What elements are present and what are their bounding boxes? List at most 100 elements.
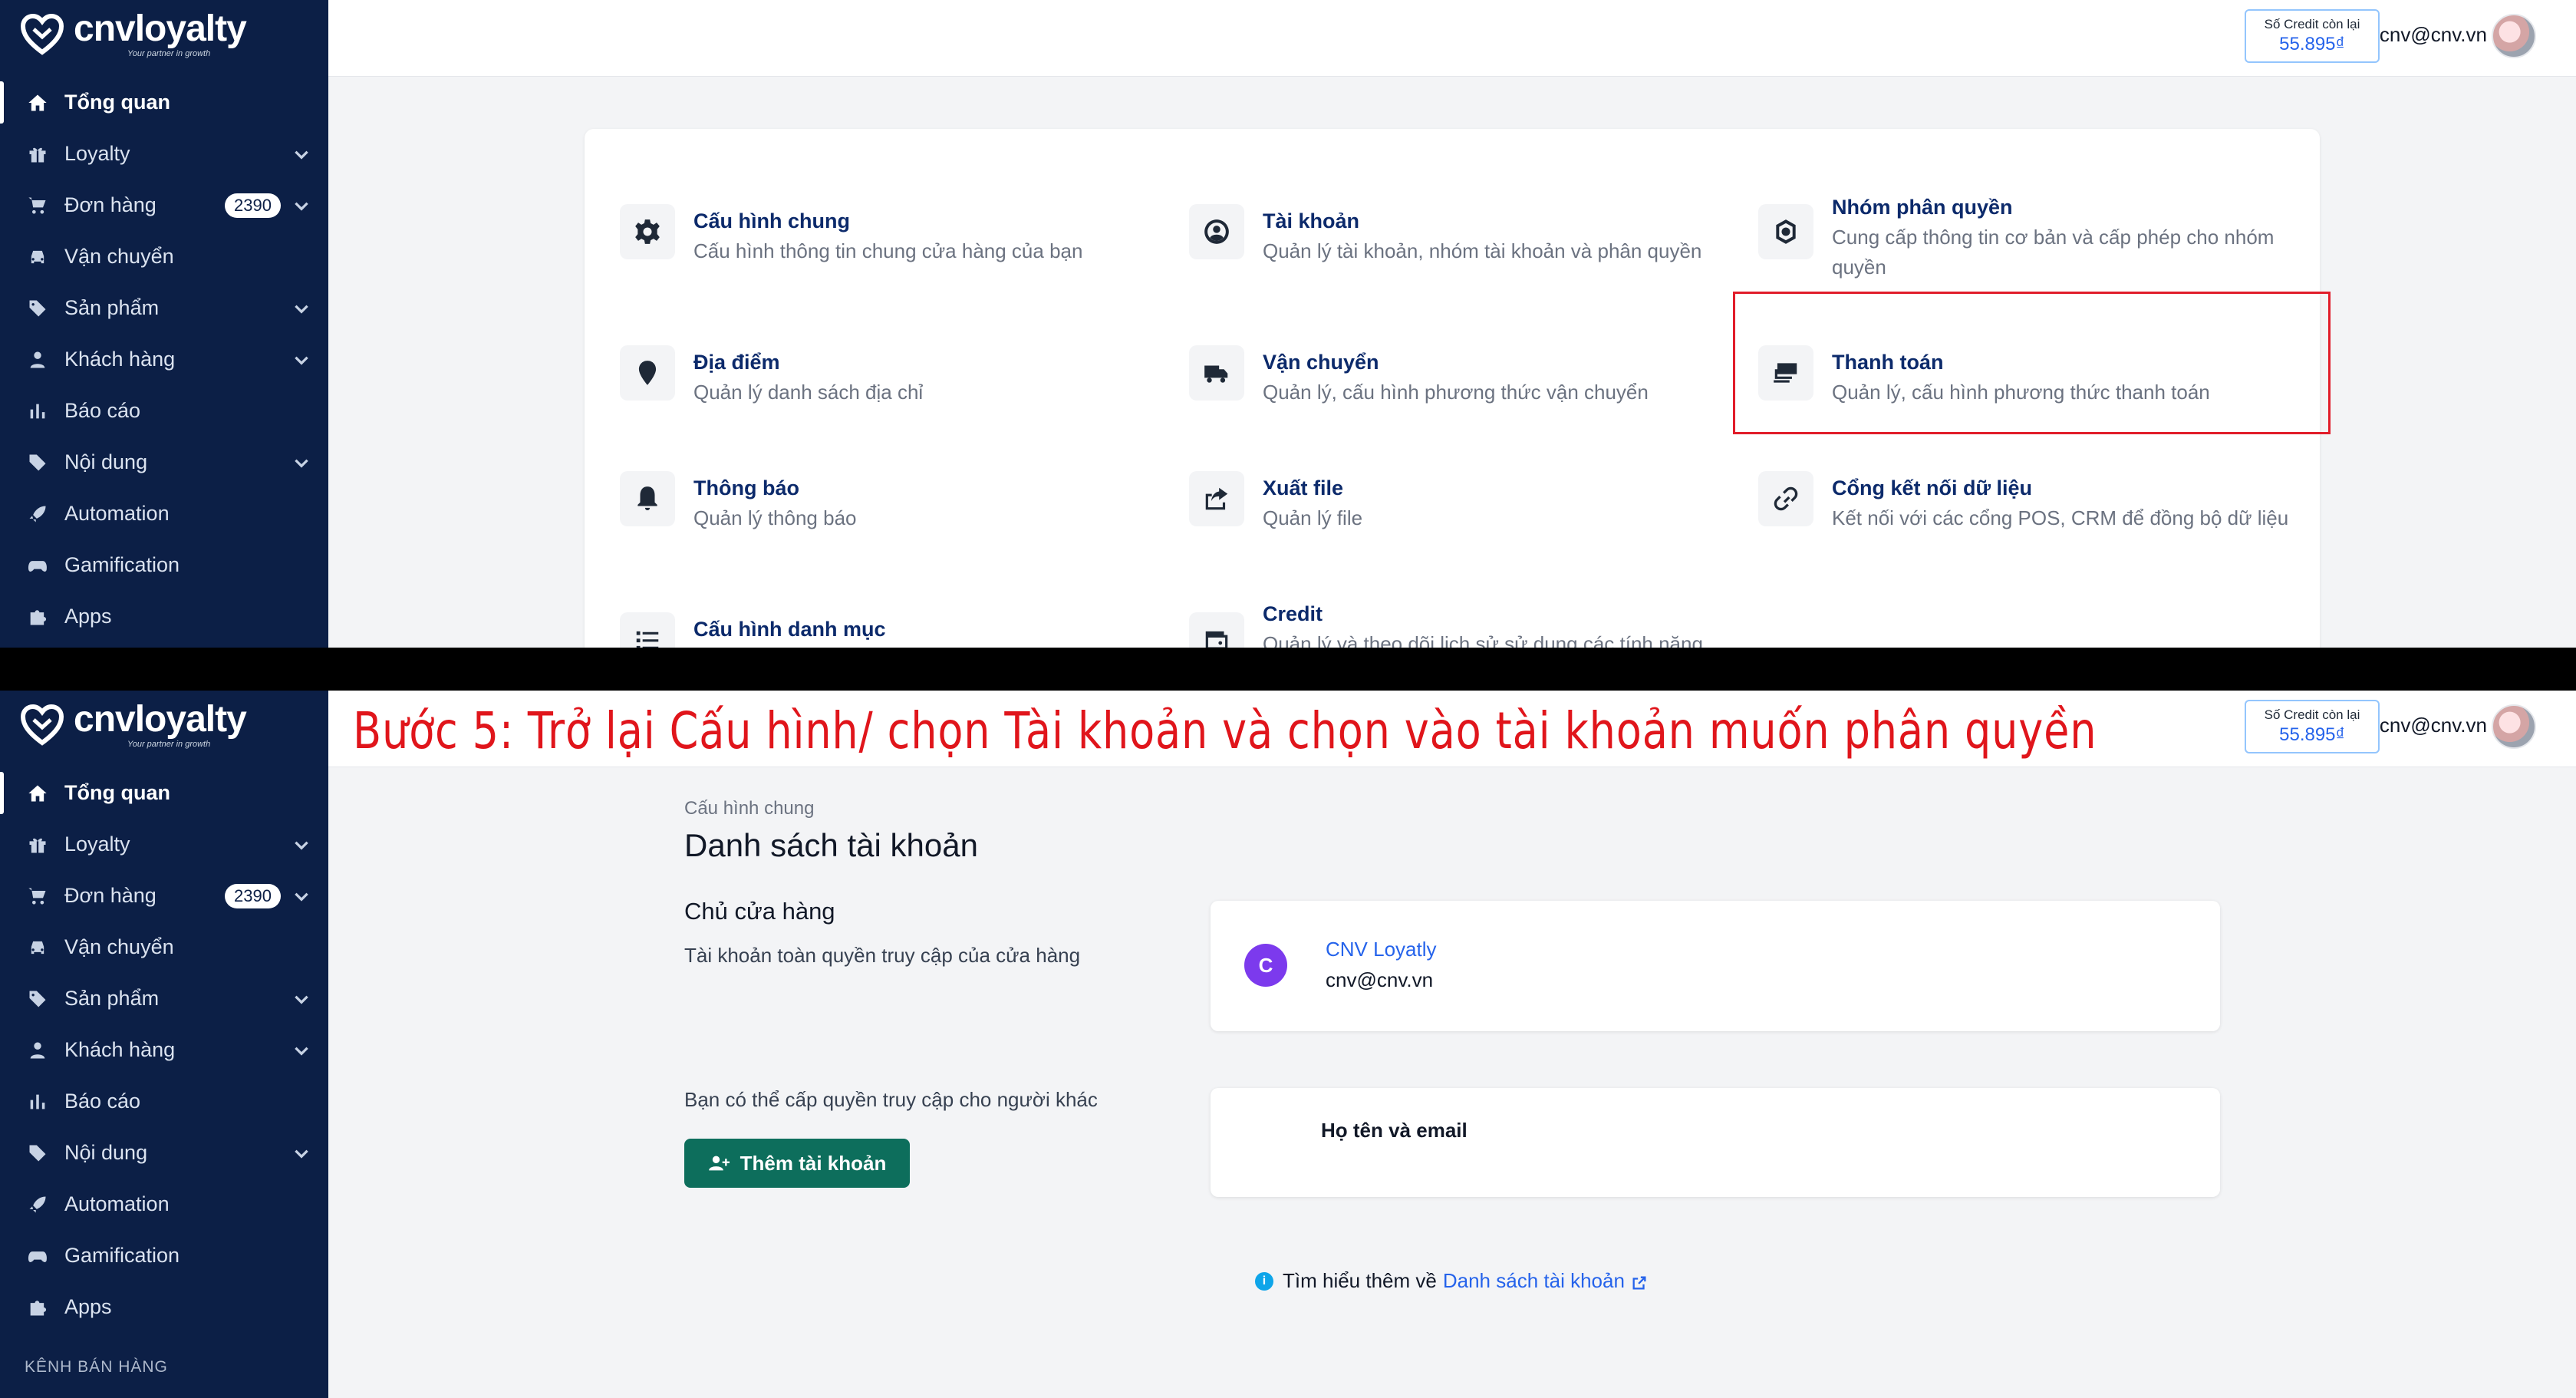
chevron-down-icon[interactable]	[292, 453, 311, 473]
settings-item-title: Xuất file	[1263, 476, 1344, 500]
sidebar-item-san-pham[interactable]: Sản phẩm	[0, 973, 328, 1024]
brand-name: cnvloyalty	[74, 699, 247, 740]
settings-item-title: Địa điểm	[693, 351, 780, 374]
brand-name: cnvloyalty	[74, 8, 247, 49]
chevron-down-icon[interactable]	[292, 1143, 311, 1163]
chevron-down-icon[interactable]	[292, 144, 311, 164]
settings-item-general[interactable]: Cấu hình chung Cấu hình thông tin chung c…	[620, 204, 1082, 266]
chevron-down-icon[interactable]	[292, 1040, 311, 1060]
sidebar-item-loyalty[interactable]: Loyalty	[0, 819, 328, 870]
sidebar-item-label: Báo cáo	[64, 1090, 141, 1113]
sidebar-item-label: Nội dung	[64, 1141, 148, 1164]
sidebar-item-apps[interactable]: Apps	[0, 1281, 328, 1333]
chevron-down-icon[interactable]	[292, 886, 311, 906]
chevron-down-icon[interactable]	[292, 298, 311, 318]
sidebar-item-noi-dung[interactable]: Nội dung	[0, 1127, 328, 1179]
cart-icon	[26, 885, 49, 908]
sidebar-item-tong-quan[interactable]: Tổng quan	[0, 77, 328, 128]
sidebar-item-apps[interactable]: Apps	[0, 591, 328, 642]
brand-logo[interactable]: cnvloyalty Your partner in growth	[20, 8, 247, 58]
breadcrumb[interactable]: Cấu hình chung	[684, 798, 814, 819]
sidebar-item-loyalty[interactable]: Loyalty	[0, 128, 328, 180]
learn-more-link[interactable]: Danh sách tài khoản	[1443, 1269, 1625, 1293]
content-icon	[26, 451, 49, 474]
user-avatar[interactable]	[2492, 14, 2536, 58]
settings-item-title: Thông báo	[693, 476, 799, 500]
sidebar-item-van-chuyen[interactable]: Vận chuyển	[0, 922, 328, 973]
accounts-screen: cnvloyalty Your partner in growth Tổng q…	[0, 691, 2576, 1398]
sidebar-nav: Tổng quan Loyalty Đơn hàng 2390 Vận chuyể…	[0, 767, 328, 1333]
user-email[interactable]: cnv@cnv.vn	[2380, 714, 2487, 737]
learn-more-prefix: Tìm hiểu thêm về	[1283, 1269, 1437, 1292]
sidebar-item-bao-cao[interactable]: Báo cáo	[0, 1076, 328, 1127]
owner-email: cnv@cnv.vn	[1326, 968, 1434, 991]
bar-chart-icon	[26, 400, 49, 423]
settings-item-permission-group[interactable]: Nhóm phân quyền Cung cấp thông tin cơ bản…	[1758, 190, 2274, 282]
settings-item-title: Cổng kết nối dữ liệu	[1832, 476, 2033, 500]
bar-chart-icon	[26, 1090, 49, 1113]
invite-text: Bạn có thể cấp quyền truy cập cho người …	[684, 1088, 1098, 1111]
chevron-down-icon[interactable]	[292, 350, 311, 370]
sidebar-item-label: Đơn hàng	[64, 193, 156, 216]
external-link-icon[interactable]	[1631, 1273, 1648, 1290]
add-user-icon	[708, 1156, 730, 1171]
chevron-down-icon[interactable]	[292, 196, 311, 216]
sidebar-item-don-hang[interactable]: Đơn hàng 2390	[0, 870, 328, 922]
sidebar-item-san-pham[interactable]: Sản phẩm	[0, 282, 328, 334]
credit-balance[interactable]: Số Credit còn lại 55.895₫	[2245, 9, 2380, 63]
sidebar-item-khach-hang[interactable]: Khách hàng	[0, 1024, 328, 1076]
settings-item-shipping[interactable]: Vận chuyển Quản lý, cấu hình phương thức …	[1189, 345, 1649, 407]
link-icon	[1758, 471, 1813, 526]
sidebar-item-tong-quan[interactable]: Tổng quan	[0, 767, 328, 819]
heart-logo-icon	[20, 704, 64, 746]
location-pin-icon	[620, 345, 675, 401]
add-account-button[interactable]: Thêm tài khoản	[684, 1139, 910, 1188]
home-icon	[26, 782, 49, 805]
wallet-icon	[1189, 612, 1244, 648]
person-icon	[26, 1039, 49, 1062]
sidebar-item-khach-hang[interactable]: Khách hàng	[0, 334, 328, 385]
credit-value: 55.895₫	[2279, 34, 2345, 54]
order-count-badge: 2390	[225, 193, 281, 218]
sidebar-item-automation[interactable]: Automation	[0, 1179, 328, 1230]
sales-channel-label: KÊNH BÁN HÀNG	[25, 1358, 168, 1376]
settings-item-credit[interactable]: Credit Quản lý và theo dõi lịch sử sử dụn…	[1189, 597, 1703, 648]
sidebar-item-label: Sản phẩm	[64, 296, 160, 319]
sidebar-item-label: Loyalty	[64, 142, 130, 165]
sidebar: cnvloyalty Your partner in growth Tổng q…	[0, 0, 328, 648]
credit-balance[interactable]: Số Credit còn lại 55.895₫	[2245, 700, 2380, 753]
sidebar-item-noi-dung[interactable]: Nội dung	[0, 437, 328, 488]
settings-item-desc: Quản lý thông báo	[693, 506, 857, 529]
user-avatar[interactable]	[2492, 704, 2536, 749]
sidebar-item-label: Tổng quan	[64, 781, 170, 804]
settings-item-category[interactable]: Cấu hình danh mục	[620, 612, 886, 648]
sidebar-item-label: Loyalty	[64, 833, 130, 856]
order-count-badge: 2390	[225, 883, 281, 908]
sidebar-nav: Tổng quan Loyalty Đơn hàng 2390 Vận chuyể…	[0, 77, 328, 642]
user-email[interactable]: cnv@cnv.vn	[2380, 23, 2487, 47]
owner-name-link[interactable]: CNV Loyatly	[1326, 938, 1437, 961]
sidebar-item-bao-cao[interactable]: Báo cáo	[0, 385, 328, 437]
settings-item-desc: Quản lý tài khoản, nhóm tài khoản và phâ…	[1263, 239, 1702, 262]
sidebar-item-automation[interactable]: Automation	[0, 488, 328, 539]
sidebar-item-label: Apps	[64, 605, 112, 628]
settings-item-export[interactable]: Xuất file Quản lý file	[1189, 471, 1362, 533]
sidebar-item-gamification[interactable]: Gamification	[0, 539, 328, 591]
sidebar-item-gamification[interactable]: Gamification	[0, 1230, 328, 1281]
home-icon	[26, 91, 49, 114]
chevron-down-icon[interactable]	[292, 835, 311, 855]
credit-label: Số Credit còn lại	[2264, 17, 2360, 31]
rocket-icon	[26, 1193, 49, 1216]
sidebar-item-van-chuyen[interactable]: Vận chuyển	[0, 231, 328, 282]
settings-item-account[interactable]: Tài khoản Quản lý tài khoản, nhóm tài kho…	[1189, 204, 1701, 266]
sidebar-item-don-hang[interactable]: Đơn hàng 2390	[0, 180, 328, 231]
settings-item-data-connector[interactable]: Cổng kết nối dữ liệu Kết nối với các cổng…	[1758, 471, 2288, 533]
puzzle-icon	[26, 605, 49, 628]
person-icon	[26, 348, 49, 371]
chevron-down-icon[interactable]	[292, 989, 311, 1009]
sidebar-item-label: Gamification	[64, 553, 180, 576]
brand-logo[interactable]: cnvloyalty Your partner in growth	[20, 699, 247, 749]
settings-item-notification[interactable]: Thông báo Quản lý thông báo	[620, 471, 857, 533]
sidebar-item-label: Tổng quan	[64, 91, 170, 114]
settings-item-location[interactable]: Địa điểm Quản lý danh sách địa chỉ	[620, 345, 923, 407]
